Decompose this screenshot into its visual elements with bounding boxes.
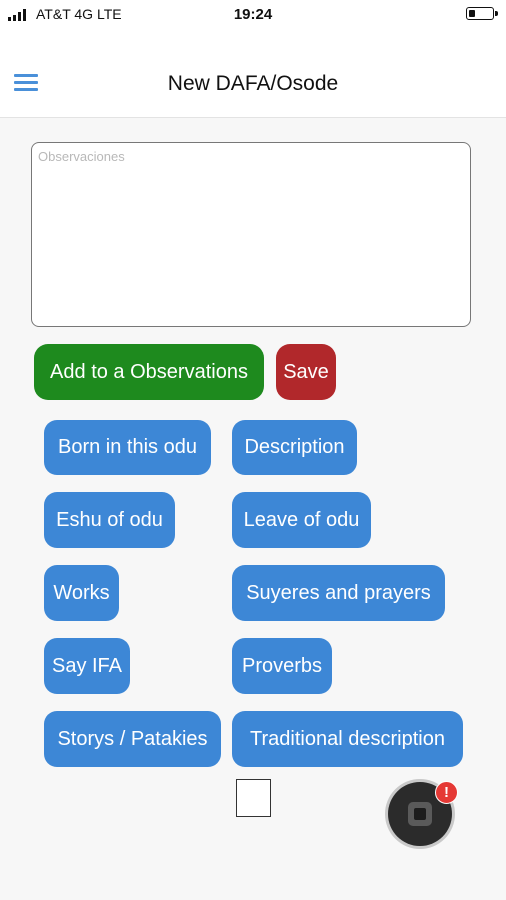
- eshu-of-odu-button[interactable]: Eshu of odu: [44, 492, 175, 548]
- born-in-this-odu-button[interactable]: Born in this odu: [44, 420, 211, 475]
- page-title: New DAFA/Osode: [167, 72, 339, 95]
- navigation-bar: New DAFA/Osode: [0, 30, 506, 118]
- battery-icon: [466, 7, 498, 20]
- save-button[interactable]: Save: [276, 344, 336, 400]
- status-bar: AT&T 4G LTE 19:24: [0, 0, 506, 30]
- storys-patakies-button[interactable]: Storys / Patakies: [44, 711, 221, 767]
- status-time: 19:24: [233, 6, 273, 23]
- alert-badge: !: [435, 781, 458, 804]
- leave-of-odu-button[interactable]: Leave of odu: [232, 492, 371, 548]
- checkbox[interactable]: [236, 779, 271, 817]
- proverbs-button[interactable]: Proverbs: [232, 638, 332, 694]
- say-ifa-button[interactable]: Say IFA: [44, 638, 130, 694]
- add-to-observations-button[interactable]: Add to a Observations: [34, 344, 264, 400]
- description-button[interactable]: Description: [232, 420, 357, 475]
- traditional-description-button[interactable]: Traditional description: [232, 711, 463, 767]
- suyeres-and-prayers-button[interactable]: Suyeres and prayers: [232, 565, 445, 621]
- observations-textarea[interactable]: [31, 142, 471, 327]
- works-button[interactable]: Works: [44, 565, 119, 621]
